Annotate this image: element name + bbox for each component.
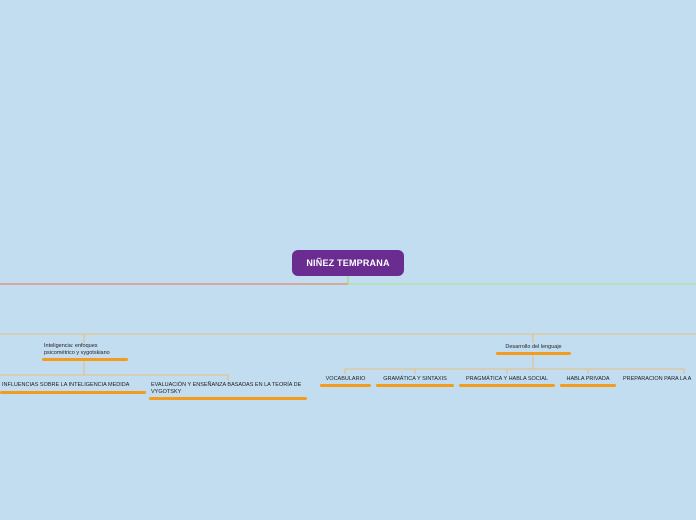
language-children-connector [344,354,685,374]
subtopic-evaluacion-label: EVALUACIÓN Y ENSEÑANZA BASADAS EN LA TEO… [151,382,302,395]
subtopic-underline [149,397,307,400]
subtopic-underline [459,384,555,387]
subtopic-habla-privada-label: HABLA PRIVADA [566,376,610,382]
subtopic-evaluacion[interactable]: EVALUACIÓN Y ENSEÑANZA BASADAS EN LA TEO… [149,382,307,400]
subtopic-influencias[interactable]: INFLUENCIAS SOBRE LA INTELIGENCIA MEDIDA [0,382,146,394]
root-topic-label: NIÑEZ TEMPRANA [306,258,390,268]
subtopic-vocabulario[interactable]: VOCABULARIO [320,376,371,387]
topic-intelligence-label: Inteligencia: enfoques psicométrico y vy… [44,343,110,356]
topic-underline [42,358,128,361]
topic-underline [496,352,571,355]
subtopic-gramatica-label: GRAMÁTICA Y SINTAXIS [383,376,447,382]
subtopic-underline [560,384,616,387]
mind-map-canvas: NIÑEZ TEMPRANA Inteligencia: enfoques ps… [0,0,696,520]
topic-intelligence[interactable]: Inteligencia: enfoques psicométrico y vy… [42,343,128,361]
subtopic-preparacion[interactable]: PREPARACIÓN PARA LA A [621,376,696,383]
subtopic-influencias-label: INFLUENCIAS SOBRE LA INTELIGENCIA MEDIDA [2,382,130,388]
topic-language-label: Desarrollo del lenguaje [505,344,562,350]
subtopic-underline [376,384,454,387]
root-topic[interactable]: NIÑEZ TEMPRANA [292,250,404,276]
right-main-connector [347,276,696,285]
intelligence-children-connector [0,361,229,381]
subtopic-habla-privada[interactable]: HABLA PRIVADA [560,376,616,387]
subtopic-underline [320,384,371,387]
topic-language[interactable]: Desarrollo del lenguaje [496,344,571,355]
subtopic-underline [0,391,146,394]
left-main-connector [0,276,349,285]
subtopic-gramatica[interactable]: GRAMÁTICA Y SINTAXIS [376,376,454,387]
subtopic-preparacion-label: PREPARACIÓN PARA LA A [623,376,692,382]
subtopic-vocabulario-label: VOCABULARIO [325,376,366,382]
subtopic-pragmatica[interactable]: PRAGMÁTICA Y HABLA SOCIAL [459,376,555,387]
subtopic-pragmatica-label: PRAGMÁTICA Y HABLA SOCIAL [465,376,549,382]
